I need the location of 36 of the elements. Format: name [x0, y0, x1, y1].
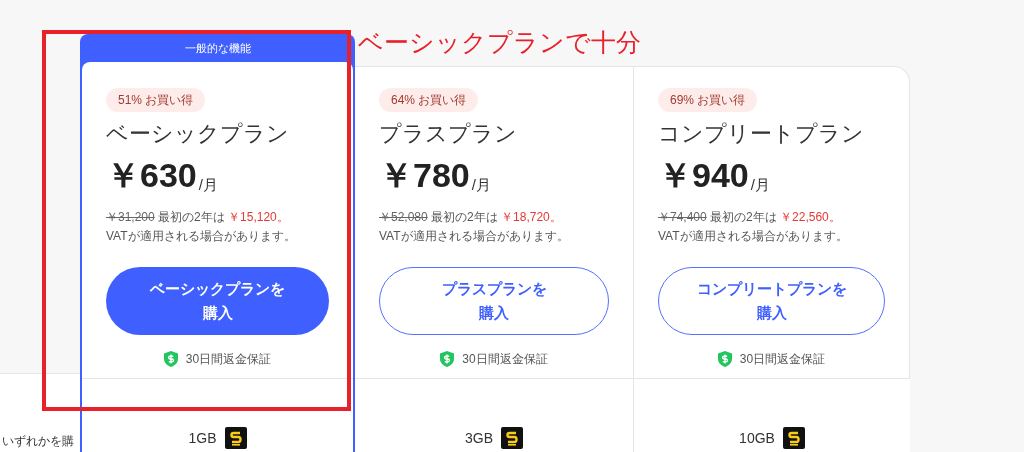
plan-price: ￥630: [106, 157, 197, 192]
guarantee-text: 30日間返金保証: [185, 350, 272, 368]
vat-note: VATが適用される場合があります。: [379, 227, 570, 245]
discount-badge: 64% お買い得: [379, 88, 479, 112]
plan-price: ￥780: [379, 157, 470, 192]
shield-icon: [717, 350, 732, 367]
storage-amount: 1GB: [188, 429, 217, 448]
plan-name: プラスプラン: [379, 120, 518, 148]
shield-icon: [163, 350, 178, 367]
guarantee-text: 30日間返金保証: [739, 350, 826, 368]
discount-badge: 69% お買い得: [658, 88, 758, 112]
guarantee-text: 30日間返金保証: [462, 350, 548, 368]
price-period: /月: [471, 176, 491, 192]
storage-logo-icon: [224, 427, 247, 449]
storage-amount: 3GB: [465, 429, 493, 448]
price-period: /月: [750, 176, 770, 192]
plan-price: ￥940: [658, 157, 749, 192]
vat-note: VATが適用される場合があります。: [106, 227, 297, 245]
featured-label: 一般的な機能: [183, 40, 252, 56]
feature-label: いずれかを購: [2, 434, 74, 448]
buy-button[interactable]: コンプリートプランを 購入: [658, 266, 885, 335]
price-note: ￥52,080 最初の2年は ￥18,720。: [379, 208, 563, 226]
discount-badge: 51% お買い得: [106, 88, 206, 112]
storage-logo-icon: [782, 427, 805, 449]
vat-note: VATが適用される場合があります。: [658, 227, 849, 245]
price-period: /月: [198, 176, 218, 192]
storage-amount: 10GB: [739, 429, 775, 448]
buy-button[interactable]: ベーシックプランを 購入: [106, 266, 329, 335]
price-note: ￥31,200 最初の2年は ￥15,120。: [106, 208, 290, 226]
plan-name: ベーシックプラン: [106, 120, 290, 148]
shield-icon: [440, 350, 455, 367]
price-note: ￥74,400 最初の2年は ￥22,560。: [658, 208, 842, 226]
storage-logo-icon: [501, 427, 523, 449]
annotation-text: ベーシックプランで十分: [358, 27, 641, 58]
buy-button[interactable]: プラスプランを 購入: [379, 266, 609, 335]
plan-name: コンプリートプラン: [658, 120, 865, 148]
